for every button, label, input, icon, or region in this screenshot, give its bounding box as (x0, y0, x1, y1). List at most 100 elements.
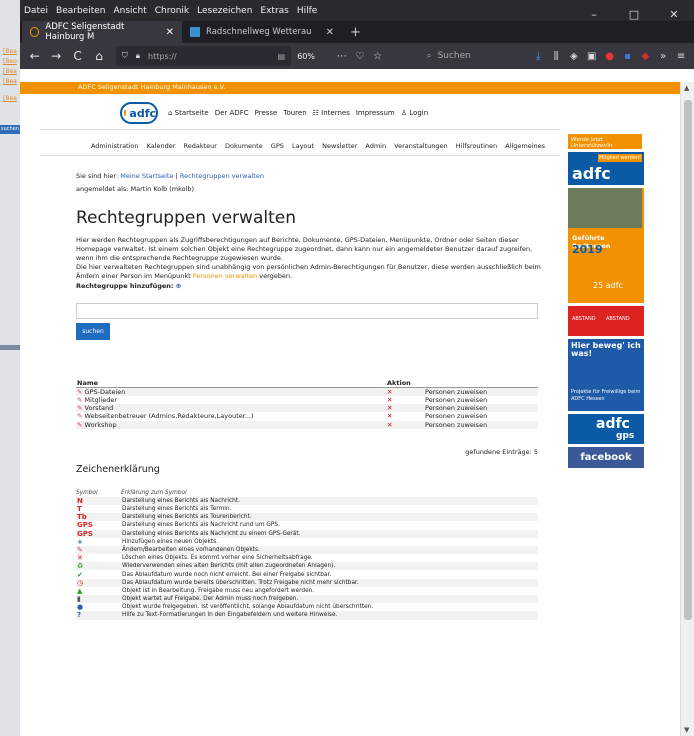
desktop-link[interactable]: [Bea (3, 95, 17, 102)
nav-presse[interactable]: Presse (255, 109, 278, 117)
edit-icon[interactable]: ✎ (77, 412, 82, 420)
edit-icon[interactable]: ✎ (77, 388, 82, 396)
more-icon[interactable]: ⋯ (333, 51, 351, 62)
library-icon[interactable]: ⫼ (547, 51, 565, 62)
admin-nav-item[interactable]: Kalender (147, 142, 176, 150)
tab-radschnellweg[interactable]: Radschnellweg Wetterau ✕ (182, 21, 342, 43)
admin-nav-item[interactable]: Dokumente (225, 142, 263, 150)
membership-banner[interactable]: Mitglied werden! adfc (568, 152, 644, 185)
legend-text: Hinzufügen eines neuen Objekts. (122, 538, 219, 545)
nav-startseite[interactable]: ⌂ Startseite (168, 109, 209, 117)
legend-row: N Darstellung eines Berichts als Nachrich… (76, 496, 538, 505)
adfc-gps-banner[interactable]: adfc gps (568, 414, 644, 444)
add-group-icon[interactable]: ⊕ (176, 282, 181, 290)
scroll-up-icon[interactable]: ▲ (684, 84, 689, 92)
assign-link[interactable]: Personen zuweisen (424, 420, 538, 429)
home-button[interactable]: ⌂ (88, 49, 109, 63)
pocket-icon[interactable]: ♡ (351, 51, 369, 62)
admin-nav-item[interactable]: Allgemeines (505, 142, 545, 150)
assign-link[interactable]: Personen zuweisen (424, 404, 538, 413)
desktop-link[interactable]: [Bea (3, 68, 17, 75)
personen-verwalten-link[interactable]: Personen verwalten (193, 272, 257, 280)
radtouren-banner[interactable]: Geführte Radtouren 2019 25 adfc (568, 188, 644, 303)
facebook-banner[interactable]: facebook (568, 447, 644, 468)
breadcrumb-current[interactable]: Rechtegruppen verwalten (180, 172, 264, 180)
tab-adfc[interactable]: ADFC Seligenstadt Hainburg M ✕ (22, 21, 182, 43)
menu-hilfe[interactable]: Hilfe (297, 6, 317, 16)
close-window-button[interactable]: ✕ (654, 0, 694, 30)
admin-nav-item[interactable]: Hilfsroutinen (456, 142, 497, 150)
adfc-logo[interactable]: adfc (120, 102, 158, 124)
breadcrumb-home[interactable]: Meine Startseite (120, 172, 173, 180)
search-button[interactable]: suchen (76, 323, 110, 340)
edit-icon[interactable]: ✎ (77, 396, 82, 404)
edit-icon[interactable]: ✎ (77, 404, 82, 412)
desktop-link[interactable]: [Beo (3, 58, 17, 65)
menu-bearbeiten[interactable]: Bearbeiten (56, 6, 105, 16)
delete-icon[interactable]: ✕ (387, 388, 392, 396)
scrollbar[interactable]: ▲ ▼ (680, 82, 694, 736)
divider (40, 129, 560, 130)
zoom-level[interactable]: 60% (297, 52, 333, 61)
menu-datei[interactable]: Datei (24, 6, 48, 16)
admin-nav-item[interactable]: Admin (365, 142, 386, 150)
maximize-button[interactable]: □ (614, 0, 654, 30)
addon-icon[interactable]: ● (601, 51, 619, 62)
url-bar[interactable]: ⛉ 🔒︎ https:// ▤ (115, 46, 292, 66)
assign-link[interactable]: Personen zuweisen (424, 412, 538, 420)
search-input[interactable] (76, 303, 538, 319)
delete-icon[interactable]: ✕ (387, 421, 392, 429)
nav-touren[interactable]: Touren (283, 109, 306, 117)
extension-icon[interactable]: ◈ (565, 51, 583, 62)
overflow-icon[interactable]: » (654, 51, 672, 62)
scroll-thumb[interactable] (684, 100, 692, 620)
legend-header-symbol: Symbol (76, 489, 98, 496)
add-group-label: Rechtegruppe hinzufügen: ⊕ (76, 282, 182, 290)
nav-internes[interactable]: ☷ Internes (313, 109, 350, 117)
web-page: ADFC Seligenstadt Hainburg Mainhausen e.… (20, 69, 680, 736)
addon3-icon[interactable]: ◆ (636, 51, 654, 62)
desktop-search-button[interactable]: suchen (0, 125, 20, 134)
forward-button[interactable]: → (45, 49, 66, 63)
desktop-link[interactable]: [Bea (3, 78, 17, 85)
delete-icon[interactable]: ✕ (387, 412, 392, 420)
assign-link[interactable]: Personen zuweisen (424, 387, 538, 396)
nav-impressum[interactable]: Impressum (356, 109, 395, 117)
search-field[interactable]: ⌕ Suchen (427, 46, 530, 66)
desktop-link[interactable]: [Bea (3, 48, 17, 55)
menu-extras[interactable]: Extras (260, 6, 288, 16)
scroll-down-icon[interactable]: ▼ (684, 726, 689, 734)
legend-title: Zeichenerklärung (76, 463, 160, 475)
reload-button[interactable]: C (67, 49, 88, 63)
close-tab-icon[interactable]: ✕ (326, 27, 334, 38)
new-tab-button[interactable]: + (342, 21, 369, 43)
close-tab-icon[interactable]: ✕ (166, 27, 174, 38)
abstand-banner[interactable]: ABSTAND ABSTAND (568, 306, 644, 336)
minimize-button[interactable]: – (574, 0, 614, 30)
bookmark-star-icon[interactable]: ☆ (369, 51, 387, 62)
addon2-icon[interactable]: ▪ (619, 51, 637, 62)
delete-icon[interactable]: ✕ (387, 404, 392, 412)
edit-icon[interactable]: ✎ (77, 421, 82, 429)
legend-symbol-icon: ◷ (76, 578, 121, 587)
supporter-banner[interactable]: Werde jetzt Unterstützer/in (568, 134, 642, 149)
menu-lesezeichen[interactable]: Lesezeichen (197, 6, 252, 16)
menu-ansicht[interactable]: Ansicht (113, 6, 146, 16)
delete-icon[interactable]: ✕ (387, 396, 392, 404)
admin-nav-item[interactable]: Administration (91, 142, 139, 150)
admin-nav-item[interactable]: GPS (271, 142, 284, 150)
admin-nav-item[interactable]: Redakteur (184, 142, 217, 150)
menu-icon[interactable]: ≡ (672, 51, 690, 62)
admin-nav-item[interactable]: Newsletter (322, 142, 357, 150)
assign-link[interactable]: Personen zuweisen (424, 396, 538, 404)
back-button[interactable]: ← (24, 49, 45, 63)
download-icon[interactable]: ⤓ (529, 51, 547, 62)
sidebar-icon[interactable]: ▣ (583, 51, 601, 62)
nav-login[interactable]: ♙ Login (401, 109, 428, 117)
admin-nav-item[interactable]: Veranstaltungen (394, 142, 447, 150)
admin-nav-item[interactable]: Layout (292, 142, 314, 150)
volunteer-banner[interactable]: Hier beweg' ich was! Projekte für Freiwi… (568, 339, 644, 411)
reader-icon[interactable]: ▤ (278, 52, 286, 61)
nav-der-adfc[interactable]: Der ADFC (215, 109, 249, 117)
menu-chronik[interactable]: Chronik (155, 6, 189, 16)
